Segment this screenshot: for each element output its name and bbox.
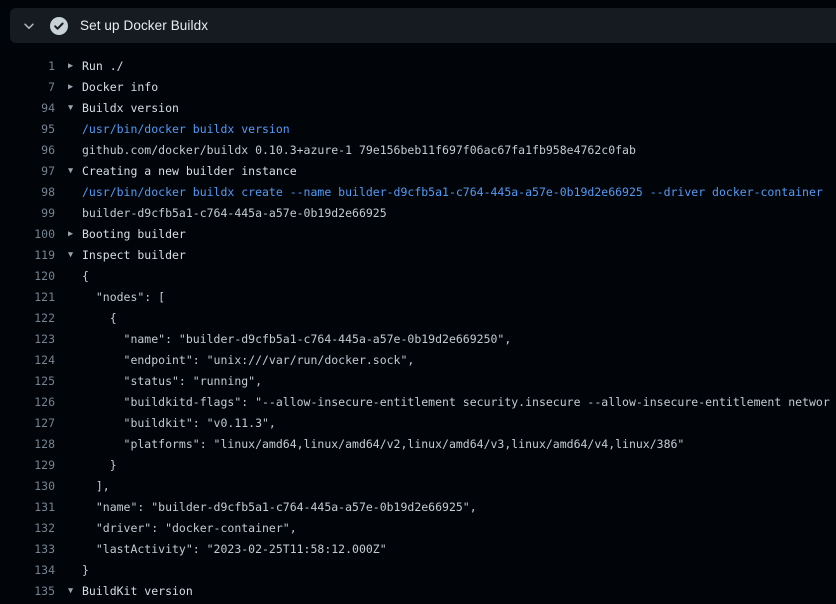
line-number[interactable]: 99 (0, 203, 55, 224)
check-circle-icon (50, 17, 68, 35)
chevron-down-icon (21, 18, 37, 34)
log-line: 126 "buildkitd-flags": "--allow-insecure… (0, 392, 836, 413)
line-number[interactable]: 130 (0, 476, 55, 497)
line-text: ], (82, 476, 110, 497)
line-number[interactable]: 127 (0, 413, 55, 434)
line-number[interactable]: 131 (0, 497, 55, 518)
line-number[interactable]: 98 (0, 182, 55, 203)
group-arrow-icon: ▼ (68, 245, 82, 266)
line-number[interactable]: 133 (0, 539, 55, 560)
log-group-expanded[interactable]: 94 ▼ Buildx version (0, 98, 836, 119)
log-group-collapsed[interactable]: 7 ▶ Docker info (0, 77, 836, 98)
line-number[interactable]: 1 (0, 56, 55, 77)
line-text: /usr/bin/docker buildx version (82, 119, 290, 140)
line-number[interactable]: 7 (0, 77, 55, 98)
group-arrow-icon: ▶ (68, 77, 82, 98)
log-line: 96 github.com/docker/buildx 0.10.3+azure… (0, 140, 836, 161)
line-text: BuildKit version (82, 581, 193, 602)
line-text: "endpoint": "unix:///var/run/docker.sock… (82, 350, 414, 371)
line-text: Inspect builder (82, 245, 186, 266)
line-number[interactable]: 120 (0, 266, 55, 287)
log-line: 129 } (0, 455, 836, 476)
line-text: "name": "builder-d9cfb5a1-c764-445a-a57e… (82, 497, 477, 518)
log-line: 99 builder-d9cfb5a1-c764-445a-a57e-0b19d… (0, 203, 836, 224)
line-text: "buildkit": "v0.11.3", (82, 413, 276, 434)
group-arrow-icon: ▼ (68, 581, 82, 602)
group-arrow-icon: ▼ (68, 161, 82, 182)
line-text: } (82, 455, 117, 476)
log-line: 134 } (0, 560, 836, 581)
log-group-expanded[interactable]: 135 ▼ BuildKit version (0, 581, 836, 602)
line-text: Run ./ (82, 56, 124, 77)
line-text: "buildkitd-flags": "--allow-insecure-ent… (82, 392, 830, 413)
log-container: 1 ▶ Run ./ 7 ▶ Docker info 94 ▼ Buildx v… (0, 43, 836, 604)
actions-log-viewport: Set up Docker Buildx 1 ▶ Run ./ 7 ▶ Dock… (0, 0, 836, 604)
log-line: 125 "status": "running", (0, 371, 836, 392)
line-number[interactable]: 135 (0, 581, 55, 602)
log-line: 122 { (0, 308, 836, 329)
line-number[interactable]: 94 (0, 98, 55, 119)
line-text: "lastActivity": "2023-02-25T11:58:12.000… (82, 539, 387, 560)
line-number[interactable]: 124 (0, 350, 55, 371)
line-text: "driver": "docker-container", (82, 518, 297, 539)
step-header[interactable]: Set up Docker Buildx (10, 8, 836, 43)
line-number[interactable]: 125 (0, 371, 55, 392)
line-text: "status": "running", (82, 371, 262, 392)
log-line: 132 "driver": "docker-container", (0, 518, 836, 539)
log-line: 133 "lastActivity": "2023-02-25T11:58:12… (0, 539, 836, 560)
line-text: "name": "builder-d9cfb5a1-c764-445a-a57e… (82, 329, 511, 350)
line-number[interactable]: 123 (0, 329, 55, 350)
line-number[interactable]: 119 (0, 245, 55, 266)
line-number[interactable]: 96 (0, 140, 55, 161)
log-group-expanded[interactable]: 97 ▼ Creating a new builder instance (0, 161, 836, 182)
log-line: 95 /usr/bin/docker buildx version (0, 119, 836, 140)
line-text: Creating a new builder instance (82, 161, 297, 182)
log-group-collapsed[interactable]: 100 ▶ Booting builder (0, 224, 836, 245)
line-number[interactable]: 100 (0, 224, 55, 245)
log-line: 131 "name": "builder-d9cfb5a1-c764-445a-… (0, 497, 836, 518)
line-text: github.com/docker/buildx 0.10.3+azure-1 … (82, 140, 636, 161)
line-number[interactable]: 134 (0, 560, 55, 581)
line-text: { (82, 266, 89, 287)
log-line: 98 /usr/bin/docker buildx create --name … (0, 182, 836, 203)
group-arrow-icon: ▼ (68, 98, 82, 119)
line-number[interactable]: 129 (0, 455, 55, 476)
log-line: 124 "endpoint": "unix:///var/run/docker.… (0, 350, 836, 371)
log-line: 123 "name": "builder-d9cfb5a1-c764-445a-… (0, 329, 836, 350)
group-arrow-icon: ▶ (68, 56, 82, 77)
log-group-expanded[interactable]: 119 ▼ Inspect builder (0, 245, 836, 266)
line-text: "nodes": [ (82, 287, 165, 308)
line-number[interactable]: 97 (0, 161, 55, 182)
line-number[interactable]: 121 (0, 287, 55, 308)
group-arrow-icon: ▶ (68, 224, 82, 245)
line-number[interactable]: 95 (0, 119, 55, 140)
line-text: builder-d9cfb5a1-c764-445a-a57e-0b19d2e6… (82, 203, 387, 224)
line-text: } (82, 560, 89, 581)
line-text: /usr/bin/docker buildx create --name bui… (82, 182, 823, 203)
line-number[interactable]: 132 (0, 518, 55, 539)
line-number[interactable]: 122 (0, 308, 55, 329)
log-line: 130 ], (0, 476, 836, 497)
line-number[interactable]: 128 (0, 434, 55, 455)
log-group-collapsed[interactable]: 1 ▶ Run ./ (0, 56, 836, 77)
log-line: 120 { (0, 266, 836, 287)
log-line: 127 "buildkit": "v0.11.3", (0, 413, 836, 434)
line-text: Buildx version (82, 98, 179, 119)
log-line: 121 "nodes": [ (0, 287, 836, 308)
log-line: 128 "platforms": "linux/amd64,linux/amd6… (0, 434, 836, 455)
line-number[interactable]: 126 (0, 392, 55, 413)
step-title: Set up Docker Buildx (80, 18, 208, 33)
line-text: "platforms": "linux/amd64,linux/amd64/v2… (82, 434, 684, 455)
line-text: { (82, 308, 117, 329)
line-text: Booting builder (82, 224, 186, 245)
line-text: Docker info (82, 77, 158, 98)
